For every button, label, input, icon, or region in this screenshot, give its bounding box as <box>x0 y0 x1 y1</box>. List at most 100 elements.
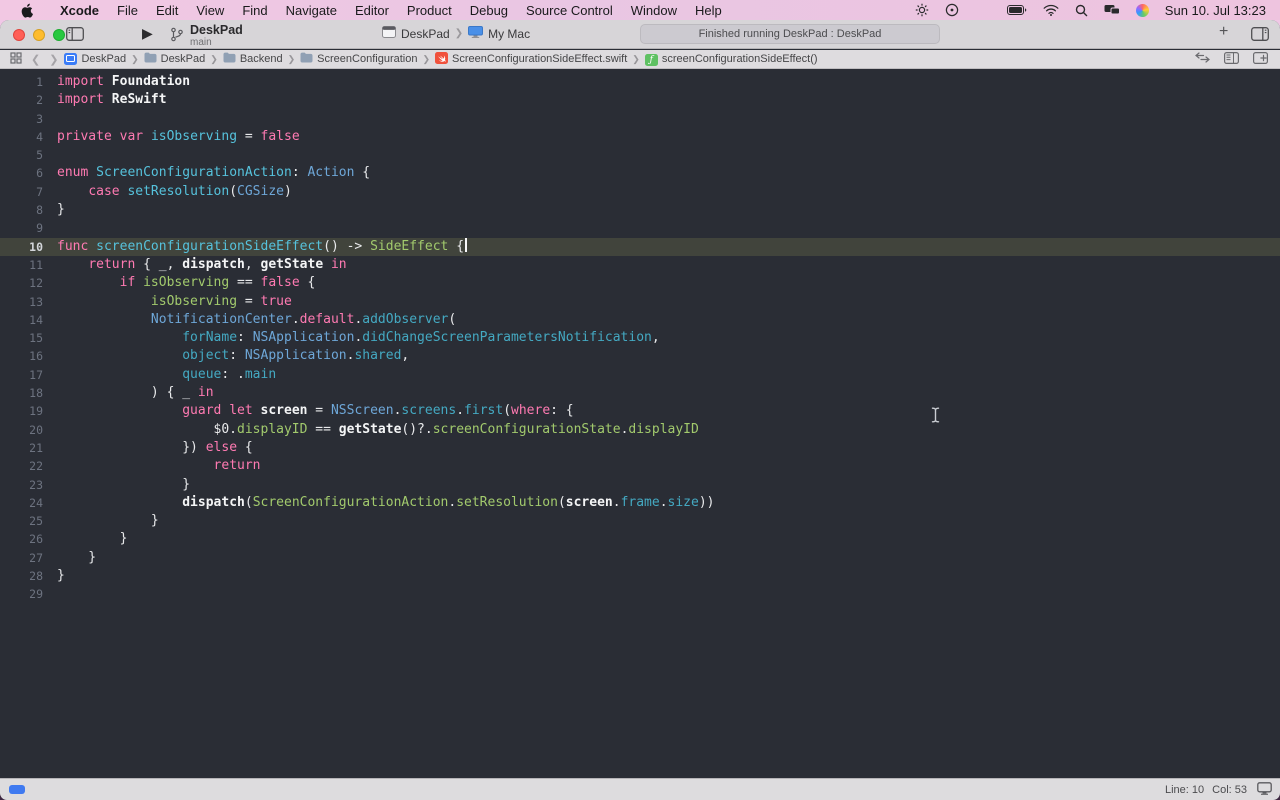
line-number[interactable]: 5 <box>0 146 43 164</box>
line-number[interactable]: 7 <box>0 183 43 201</box>
line-number[interactable]: 19 <box>0 402 43 420</box>
code-line[interactable]: 26 } <box>0 530 1280 548</box>
code-line[interactable]: 29 <box>0 585 1280 603</box>
code-line[interactable]: 28} <box>0 567 1280 585</box>
now-playing-icon[interactable] <box>945 3 959 17</box>
breadcrumb-item[interactable]: DeskPad <box>64 53 126 66</box>
line-number[interactable]: 17 <box>0 366 43 384</box>
spotlight-search-icon[interactable] <box>1075 4 1088 17</box>
code-line[interactable]: 1import Foundation <box>0 73 1280 91</box>
editor-options-icon[interactable] <box>1224 52 1239 67</box>
battery-icon[interactable] <box>1007 5 1027 15</box>
code-line[interactable]: 14 NotificationCenter.default.addObserve… <box>0 311 1280 329</box>
code-line[interactable]: 2import ReSwift <box>0 91 1280 109</box>
line-number[interactable]: 20 <box>0 421 43 439</box>
code-line[interactable]: 9 <box>0 219 1280 237</box>
line-number[interactable]: 6 <box>0 164 43 182</box>
color-wheel-icon[interactable] <box>1136 4 1149 17</box>
menu-item-xcode[interactable]: Xcode <box>51 3 108 18</box>
line-number[interactable]: 28 <box>0 567 43 585</box>
code-line[interactable]: 18 ) { _ in <box>0 384 1280 402</box>
navigator-sidebar-toggle-button[interactable] <box>66 27 84 46</box>
code-line[interactable]: 16 object: NSApplication.shared, <box>0 347 1280 365</box>
breadcrumb-item[interactable]: ScreenConfiguration <box>300 52 417 67</box>
code-line[interactable]: 6enum ScreenConfigurationAction: Action … <box>0 164 1280 182</box>
line-number[interactable]: 8 <box>0 201 43 219</box>
zoom-window-button[interactable] <box>53 29 65 41</box>
displays-icon[interactable] <box>1104 4 1120 16</box>
keyboard-layout-flag-icon[interactable] <box>975 5 991 15</box>
line-number[interactable]: 16 <box>0 347 43 365</box>
line-number[interactable]: 12 <box>0 274 43 292</box>
forward-button[interactable]: ❯ <box>49 53 58 66</box>
menu-item-window[interactable]: Window <box>622 3 686 18</box>
project-title[interactable]: DeskPad <box>190 23 243 37</box>
related-items-icon[interactable] <box>10 52 22 67</box>
line-number[interactable]: 15 <box>0 329 43 347</box>
code-line[interactable]: 19 guard let screen = NSScreen.screens.f… <box>0 402 1280 420</box>
inspector-sidebar-toggle-button[interactable] <box>1251 27 1269 46</box>
menu-item-edit[interactable]: Edit <box>147 3 187 18</box>
menu-item-view[interactable]: View <box>187 3 233 18</box>
menu-item-product[interactable]: Product <box>398 3 461 18</box>
line-number[interactable]: 21 <box>0 439 43 457</box>
code-line[interactable]: 27 } <box>0 549 1280 567</box>
code-line[interactable]: 13 isObserving = true <box>0 293 1280 311</box>
breadcrumb-item[interactable]: ƒscreenConfigurationSideEffect() <box>645 53 818 66</box>
close-window-button[interactable] <box>13 29 25 41</box>
breadcrumb-item[interactable]: Backend <box>223 52 283 67</box>
line-number[interactable]: 3 <box>0 110 43 128</box>
line-number[interactable]: 24 <box>0 494 43 512</box>
code-line[interactable]: 4private var isObserving = false <box>0 128 1280 146</box>
menu-item-help[interactable]: Help <box>686 3 731 18</box>
code-line[interactable]: 22 return <box>0 457 1280 475</box>
line-number[interactable]: 27 <box>0 549 43 567</box>
code-review-icon[interactable] <box>1195 52 1210 66</box>
line-number[interactable]: 10 <box>0 238 43 256</box>
code-line[interactable]: 21 }) else { <box>0 439 1280 457</box>
code-line[interactable]: 12 if isObserving == false { <box>0 274 1280 292</box>
code-line[interactable]: 3 <box>0 110 1280 128</box>
breadcrumb-item[interactable]: ScreenConfigurationSideEffect.swift <box>435 52 627 66</box>
line-number[interactable]: 11 <box>0 256 43 274</box>
line-number[interactable]: 25 <box>0 512 43 530</box>
run-destination-selector[interactable]: My Mac <box>488 27 530 41</box>
code-line[interactable]: 23 } <box>0 476 1280 494</box>
code-line[interactable]: 17 queue: .main <box>0 366 1280 384</box>
line-number[interactable]: 18 <box>0 384 43 402</box>
run-button[interactable]: ▶ <box>142 25 153 42</box>
add-tab-button[interactable]: + <box>1219 23 1228 41</box>
line-number[interactable]: 13 <box>0 293 43 311</box>
breadcrumb-item[interactable]: DeskPad <box>144 52 206 67</box>
back-button[interactable]: ❮ <box>31 53 40 66</box>
activity-status[interactable]: Finished running DeskPad : DeskPad <box>640 24 940 44</box>
brightness-icon[interactable] <box>915 3 929 17</box>
status-indicator[interactable] <box>9 785 25 794</box>
wifi-icon[interactable] <box>1043 4 1059 16</box>
scheme-selector[interactable]: DeskPad <box>401 27 450 41</box>
line-number[interactable]: 1 <box>0 73 43 91</box>
apple-menu-icon[interactable] <box>20 3 33 18</box>
menu-item-navigate[interactable]: Navigate <box>277 3 346 18</box>
code-line[interactable]: 5 <box>0 146 1280 164</box>
code-line[interactable]: 24 dispatch(ScreenConfigurationAction.se… <box>0 494 1280 512</box>
menu-bar-clock[interactable]: Sun 10. Jul 13:23 <box>1165 3 1266 18</box>
minimize-window-button[interactable] <box>33 29 45 41</box>
add-editor-icon[interactable] <box>1253 52 1268 67</box>
line-number[interactable]: 9 <box>0 219 43 237</box>
code-line[interactable]: 10func screenConfigurationSideEffect() -… <box>0 238 1280 256</box>
code-line[interactable]: 20 $0.displayID == getState()?.screenCon… <box>0 421 1280 439</box>
line-number[interactable]: 14 <box>0 311 43 329</box>
line-column-indicator[interactable]: Line: 10 Col: 53 <box>1165 784 1247 796</box>
menu-item-file[interactable]: File <box>108 3 147 18</box>
source-editor[interactable]: 1import Foundation2import ReSwift34priva… <box>0 70 1280 778</box>
line-number[interactable]: 2 <box>0 91 43 109</box>
code-line[interactable]: 8} <box>0 201 1280 219</box>
menu-item-debug[interactable]: Debug <box>461 3 517 18</box>
menu-item-editor[interactable]: Editor <box>346 3 398 18</box>
code-line[interactable]: 7 case setResolution(CGSize) <box>0 183 1280 201</box>
code-line[interactable]: 15 forName: NSApplication.didChangeScree… <box>0 329 1280 347</box>
menu-item-source-control[interactable]: Source Control <box>517 3 622 18</box>
display-icon[interactable] <box>1257 782 1272 798</box>
line-number[interactable]: 29 <box>0 585 43 603</box>
